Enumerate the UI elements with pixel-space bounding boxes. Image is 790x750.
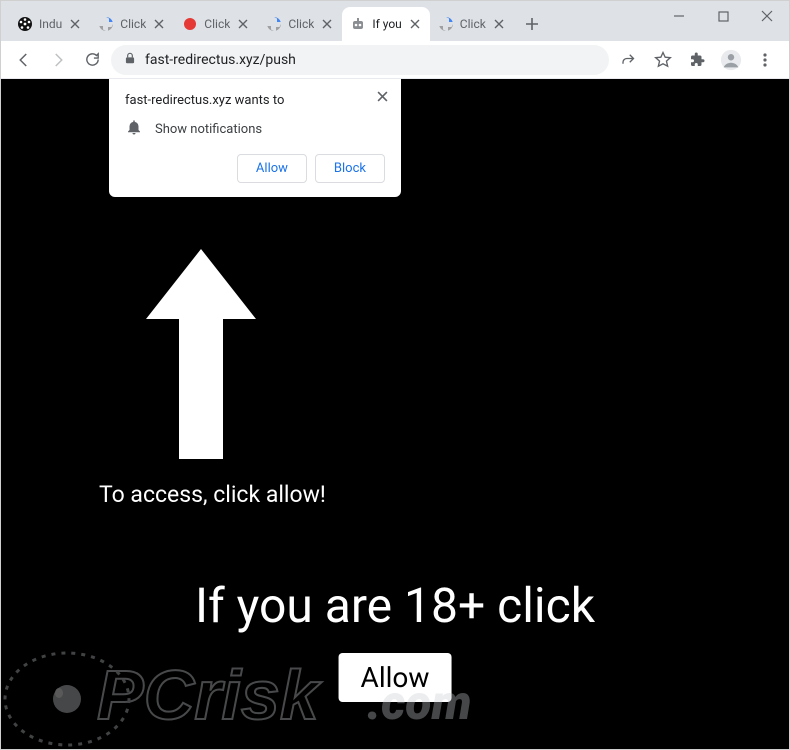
window-controls (657, 1, 789, 31)
access-instruction-text: To access, click allow! (99, 481, 326, 508)
close-icon[interactable] (236, 17, 250, 31)
watermark: PCrisk .com (37, 641, 557, 741)
browser-window: Indu Click Click (0, 0, 790, 750)
extension-icon[interactable] (681, 44, 713, 76)
reel-icon (17, 16, 33, 32)
allow-button[interactable]: Allow (237, 154, 307, 183)
close-icon[interactable] (320, 17, 334, 31)
star-icon[interactable] (647, 44, 679, 76)
new-tab-button[interactable] (518, 10, 546, 38)
tab[interactable]: Click (258, 7, 342, 41)
page-viewport: fast-redirectus.xyz wants to Show notifi… (1, 79, 789, 749)
up-arrow-icon (141, 249, 261, 459)
recaptcha-icon (438, 16, 454, 32)
tab[interactable]: Click (430, 7, 514, 41)
menu-icon[interactable] (749, 44, 781, 76)
recaptcha-icon (98, 16, 114, 32)
profile-icon[interactable] (715, 44, 747, 76)
forward-button[interactable] (43, 45, 73, 75)
tab[interactable]: Indu (9, 7, 90, 41)
close-icon[interactable] (152, 17, 166, 31)
titlebar: Indu Click Click (1, 1, 789, 41)
back-button[interactable] (9, 45, 39, 75)
permission-row: Show notifications (125, 118, 385, 140)
page-allow-button[interactable]: Allow (339, 653, 452, 702)
tab-strip: Indu Click Click (1, 7, 546, 41)
toolbar: fast-redirectus.xyz/push (1, 41, 789, 79)
recaptcha-icon (266, 16, 282, 32)
share-icon[interactable] (613, 44, 645, 76)
record-icon (182, 16, 198, 32)
tab[interactable]: Click (90, 7, 174, 41)
permission-host-text: fast-redirectus.xyz wants to (125, 93, 385, 108)
tab-title: Click (204, 17, 230, 31)
reload-button[interactable] (77, 45, 107, 75)
tab-title: Click (120, 17, 146, 31)
permission-actions: Allow Block (125, 154, 385, 183)
tab-title: If you (372, 17, 401, 31)
age-headline-text: If you are 18+ click (1, 577, 789, 634)
robot-icon (350, 16, 366, 32)
window-close-button[interactable] (745, 1, 789, 31)
permission-text: Show notifications (155, 122, 262, 137)
url-text: fast-redirectus.xyz/push (145, 52, 296, 68)
watermark-text: PCrisk (97, 656, 322, 734)
close-icon[interactable] (68, 17, 82, 31)
block-button[interactable]: Block (315, 154, 385, 183)
minimize-button[interactable] (657, 1, 701, 31)
maximize-button[interactable] (701, 1, 745, 31)
tab-title: Click (460, 17, 486, 31)
tab-title: Indu (39, 17, 62, 31)
toolbar-actions (613, 44, 781, 76)
close-icon[interactable] (408, 17, 422, 31)
address-bar[interactable]: fast-redirectus.xyz/push (111, 45, 609, 75)
close-icon[interactable] (492, 17, 506, 31)
bell-icon (125, 118, 143, 140)
dialog-close-icon[interactable] (373, 87, 391, 105)
tab-active[interactable]: If you (342, 7, 429, 41)
lock-icon (123, 51, 137, 69)
tab-title: Click (288, 17, 314, 31)
notification-permission-dialog: fast-redirectus.xyz wants to Show notifi… (109, 79, 401, 197)
tab[interactable]: Click (174, 7, 258, 41)
